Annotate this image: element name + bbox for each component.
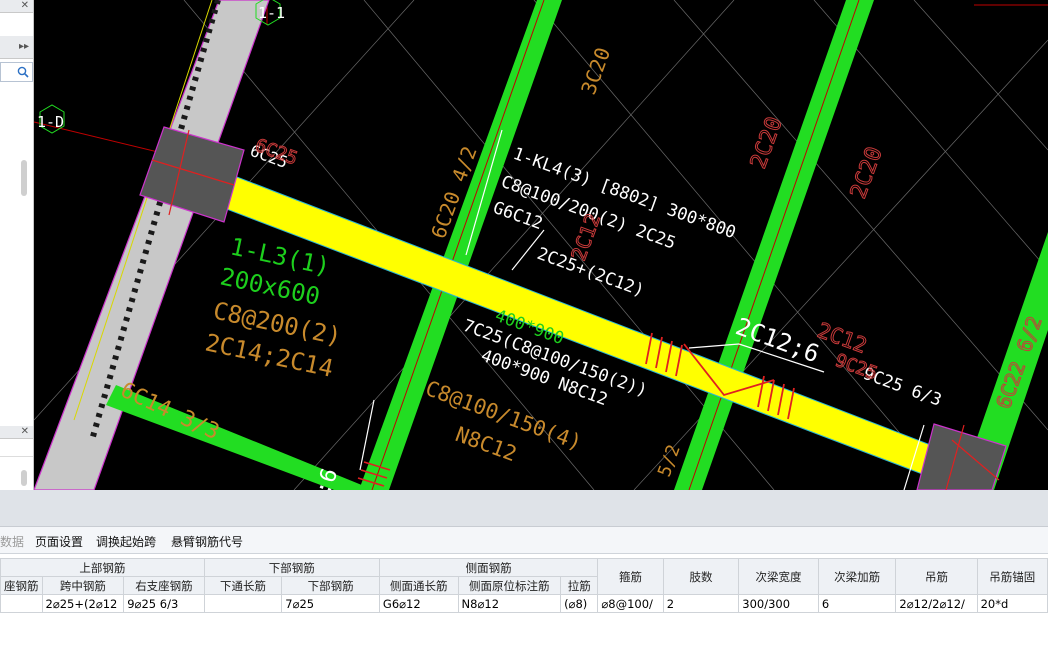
axis-label-top: 1-1: [258, 4, 285, 22]
table-cell[interactable]: [203, 594, 283, 613]
panel-toolbar: ▸▸: [0, 36, 33, 59]
cantilever-code-button[interactable]: 悬臂钢筋代号: [171, 533, 243, 550]
axis-marker-left[interactable]: 1-D: [37, 104, 65, 134]
col-header-bottom-bars[interactable]: 下部钢筋: [281, 576, 380, 595]
table-cell[interactable]: G6⌀12: [378, 594, 459, 613]
col-header-left-support[interactable]: 座钢筋: [0, 576, 43, 595]
group-header-bottom: 下部钢筋: [203, 558, 380, 577]
table-toolbar: 数据 页面设置 调换起始跨 悬臂钢筋代号: [0, 527, 1048, 554]
col-header-secondary-bars[interactable]: 次梁加筋: [817, 558, 897, 595]
cad-canvas[interactable]: 1-1 1-D 6C25 1-KL4(3) [8802] 300*800 C8@…: [34, 0, 1048, 490]
col-header-side-continuous[interactable]: 侧面通长筋: [378, 576, 459, 595]
col-header-right-support[interactable]: 右支座钢筋: [123, 576, 205, 595]
table-cell[interactable]: 6: [817, 594, 897, 613]
table-cell[interactable]: N8⌀12: [457, 594, 562, 613]
panel-header-bottom: ✕: [0, 426, 33, 439]
panel-title-strip: [0, 490, 1048, 527]
close-icon[interactable]: ✕: [21, 0, 29, 11]
expand-icon[interactable]: ▸▸: [19, 41, 29, 52]
col-header-secondary-width[interactable]: 次梁宽度: [738, 558, 819, 595]
left-side-panel: ✕ ▸▸ ✕: [0, 0, 34, 490]
panel-list-row[interactable]: [0, 440, 33, 457]
panel-header-top: ✕: [0, 0, 33, 13]
table-cell[interactable]: 300/300: [738, 594, 819, 613]
bottom-panel: 数据 页面设置 调换起始跨 悬臂钢筋代号 上部钢筋 下部钢筋 侧面钢筋 箍筋 肢…: [0, 490, 1048, 663]
table-cell[interactable]: ⌀8@100/: [597, 594, 664, 613]
table-cell[interactable]: 2⌀12/2⌀12/: [895, 594, 978, 613]
axis-marker-top[interactable]: 1-1: [255, 0, 285, 26]
cad-drawing[interactable]: 1-1 1-D 6C25 1-KL4(3) [8802] 300*800 C8@…: [34, 0, 1048, 490]
table-row[interactable]: 2⌀25+(2⌀12 9⌀25 6/3 7⌀25 G6⌀12 N8⌀12 (⌀8…: [0, 594, 1048, 613]
toolbar-data-button[interactable]: 数据: [0, 533, 24, 550]
page-setup-button[interactable]: 页面设置: [35, 533, 83, 550]
group-header-side: 侧面钢筋: [378, 558, 599, 577]
col-header-bottom-continuous[interactable]: 下通长筋: [203, 576, 283, 595]
col-header-stirrup[interactable]: 箍筋: [597, 558, 664, 595]
table-cell[interactable]: 2⌀25+(2⌀12: [41, 594, 125, 613]
rotated-rebar-text[interactable]: 6C22 6/2: [991, 312, 1047, 412]
panel-scrollbar[interactable]: [21, 160, 27, 196]
swap-start-span-button[interactable]: 调换起始跨: [96, 533, 156, 550]
rotated-rebar-text[interactable]: 9C25: [832, 349, 881, 385]
table-group-header-row: 上部钢筋 下部钢筋 侧面钢筋 箍筋 肢数 次梁宽度 次梁加筋 吊筋 吊筋锚固: [0, 558, 1048, 595]
close-icon[interactable]: ✕: [21, 426, 29, 437]
axis-label-left: 1-D: [37, 113, 64, 131]
col-header-hanger[interactable]: 吊筋: [895, 558, 978, 595]
rotated-rebar-text[interactable]: 2C12: [566, 210, 606, 264]
panel-scrollbar[interactable]: [21, 470, 27, 486]
green-beam-annotation[interactable]: 1-L3(1) 200x600: [218, 232, 333, 310]
table-cell[interactable]: (⌀8): [560, 594, 599, 613]
table-cell[interactable]: 9⌀25 6/3: [123, 594, 205, 613]
search-input[interactable]: [0, 62, 33, 82]
col-header-mid-span[interactable]: 跨中钢筋: [41, 576, 125, 595]
rebar-table: 上部钢筋 下部钢筋 侧面钢筋 箍筋 肢数 次梁宽度 次梁加筋 吊筋 吊筋锚固 座…: [0, 558, 1048, 613]
table-cell[interactable]: 7⌀25: [281, 594, 380, 613]
rotated-rebar-text[interactable]: 2C20: [846, 143, 889, 202]
group-header-top: 上部钢筋: [0, 558, 205, 577]
table-cell[interactable]: 2: [662, 594, 740, 613]
col-header-side-local[interactable]: 侧面原位标注筋: [457, 576, 562, 595]
table-cell[interactable]: [0, 594, 43, 613]
rotated-rebar-text[interactable]: 2C20: [746, 113, 789, 172]
col-header-tie[interactable]: 拉筋: [560, 576, 599, 595]
table-cell[interactable]: 20*d: [976, 594, 1048, 613]
col-header-hanger-anchor[interactable]: 吊筋锚固: [976, 558, 1048, 595]
search-icon: [17, 66, 29, 78]
col-header-legs[interactable]: 肢数: [662, 558, 740, 595]
